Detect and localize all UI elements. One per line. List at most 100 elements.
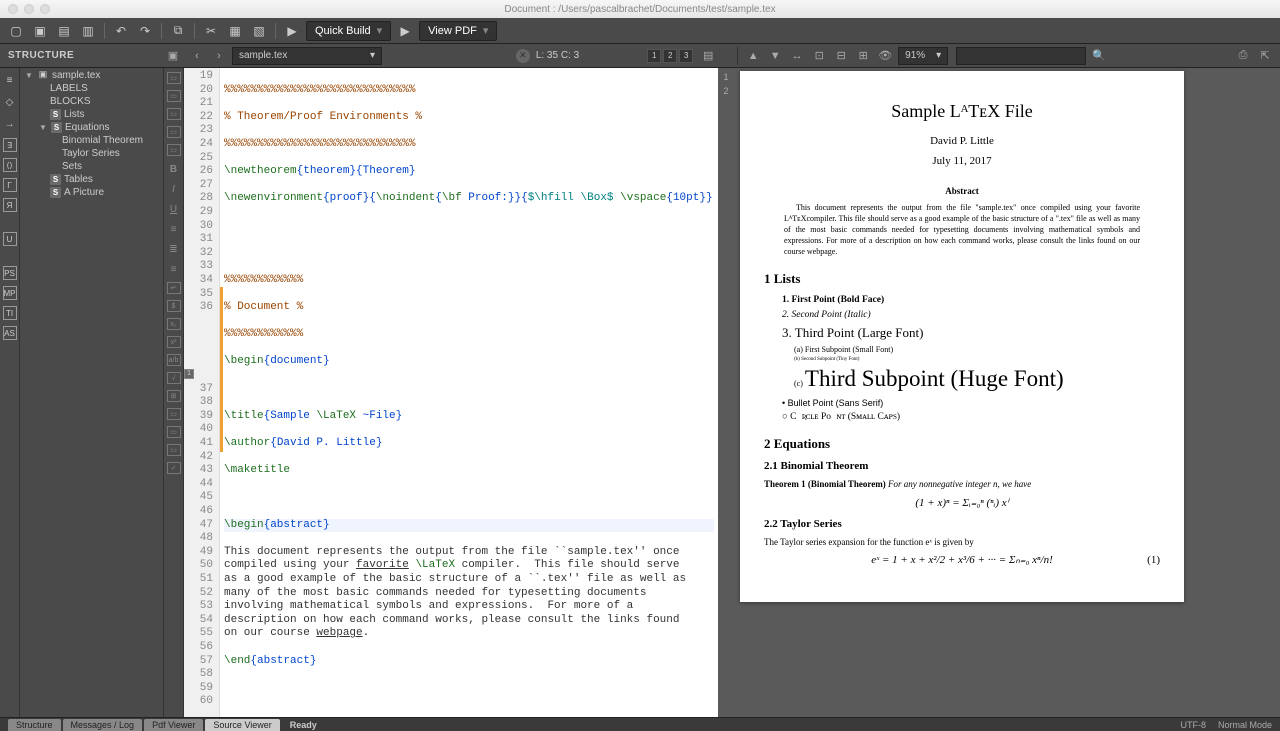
redo-icon[interactable]: ↷: [135, 21, 155, 41]
run-icon[interactable]: ▶: [282, 21, 302, 41]
sqrt-icon[interactable]: √: [167, 372, 181, 384]
pdf-abstract-text: This document represents the output from…: [764, 202, 1160, 258]
structure-icon[interactable]: ≡: [2, 72, 18, 88]
math-dollar-icon[interactable]: $: [167, 300, 181, 312]
cyrillic-icon[interactable]: Я: [3, 198, 17, 212]
page-2-indicator[interactable]: 2: [663, 49, 677, 63]
file-selector[interactable]: sample.tex▾: [232, 47, 382, 65]
check-icon[interactable]: ✓: [167, 462, 181, 474]
main-area: ≡ ◇ → ∃ ⟨⟩ Γ Я U PS MP TI AS ▼▣sample.te…: [0, 68, 1280, 717]
pdf-section-1: 1 Lists: [764, 270, 1160, 288]
pdf-prev-icon[interactable]: ▲: [744, 47, 762, 65]
tree-labels[interactable]: LABELS: [20, 82, 163, 95]
editor-tool-palette: ▭ ▭ ▭ ▭ ▭ B I U ≡ ≣ ≡ ↵ $ x₂ x² a/b √ ⊞ …: [164, 68, 184, 717]
tikz-icon[interactable]: TI: [3, 306, 17, 320]
greek-icon[interactable]: Γ: [3, 178, 17, 192]
center-icon[interactable]: ≣: [166, 242, 182, 256]
main-toolbar: ▢ ▣ ▤ ▥ ↶ ↷ ⧉ ✂ ▦ ▧ ▶ Quick Build ▾ ▶ Vi…: [0, 18, 1280, 44]
right-align-icon[interactable]: ≡: [166, 262, 182, 276]
frac-icon[interactable]: a/b: [167, 354, 181, 366]
left-align-icon[interactable]: ≡: [166, 222, 182, 236]
status-encoding: UTF-8: [1180, 720, 1206, 730]
code-editor[interactable]: 1 19202122232425262728293031323334353637…: [184, 68, 718, 717]
section-icon[interactable]: ▭: [167, 108, 181, 120]
relation-icon[interactable]: ◇: [2, 94, 18, 110]
find-icon[interactable]: ▧: [249, 21, 269, 41]
maximize-window-button[interactable]: [40, 4, 50, 14]
pdf-viewer: 1 2 Sample LᴬTᴇX File David P. Little Ju…: [718, 68, 1280, 717]
cite-icon[interactable]: ▭: [167, 426, 181, 438]
arrow-symbols-icon[interactable]: →: [2, 116, 18, 132]
chapter-icon[interactable]: ▭: [167, 90, 181, 102]
page-1-indicator[interactable]: 1: [647, 49, 661, 63]
layout-icon[interactable]: ▤: [699, 47, 717, 65]
array-icon[interactable]: ⊞: [167, 390, 181, 402]
window-title: Document : /Users/pascalbrachet/Document…: [504, 4, 775, 15]
pdf-abstract-heading: Abstract: [764, 185, 1160, 198]
pdf-zoom-in-icon[interactable]: ⊞: [854, 47, 872, 65]
pdf-search-input[interactable]: [956, 47, 1086, 65]
pdf-eye-icon[interactable]: 👁: [876, 47, 894, 65]
tree-root[interactable]: ▼▣sample.tex: [20, 68, 163, 82]
ref-icon[interactable]: ▭: [167, 408, 181, 420]
pdf-zoom-value[interactable]: 91%▾: [898, 47, 948, 65]
close-doc-icon[interactable]: ✕: [516, 49, 530, 63]
pdf-page-gutter: 1 2: [718, 68, 734, 717]
close-window-button[interactable]: [8, 4, 18, 14]
tree-sets[interactable]: Sets: [20, 160, 163, 173]
export-icon[interactable]: ⇱: [1256, 47, 1274, 65]
subscript-icon[interactable]: x₂: [167, 318, 181, 330]
copy-icon[interactable]: ⧉: [168, 21, 188, 41]
bookmark-marker[interactable]: 1: [184, 369, 194, 379]
panel-toggle-icon[interactable]: ▣: [164, 47, 182, 65]
page-3-indicator[interactable]: 3: [679, 49, 693, 63]
code-content[interactable]: %%%%%%%%%%%%%%%%%%%%%%%%%%%%% % Theorem/…: [220, 68, 718, 717]
print-icon[interactable]: ⎙: [1234, 47, 1252, 65]
pdf-list: 1. First Point (Bold Face) 2. Second Poi…: [764, 294, 1160, 343]
quick-build-button[interactable]: Quick Build ▾: [306, 21, 391, 41]
pdf-search-icon[interactable]: 🔍: [1090, 47, 1108, 65]
pdf-zoom-out-icon[interactable]: ⊟: [832, 47, 850, 65]
cut-icon[interactable]: ✂: [201, 21, 221, 41]
tree-taylor[interactable]: Taylor Series: [20, 147, 163, 160]
pdf-scroll-area[interactable]: Sample LᴬTᴇX File David P. Little July 1…: [734, 68, 1280, 717]
part-icon[interactable]: ▭: [167, 72, 181, 84]
status-mode: Normal Mode: [1218, 720, 1272, 730]
pstricks-icon[interactable]: PS: [3, 266, 17, 280]
newline-icon[interactable]: ↵: [167, 282, 181, 294]
tree-picture[interactable]: SA Picture: [20, 186, 163, 199]
view-run-icon[interactable]: ▶: [395, 21, 415, 41]
nav-forward-icon[interactable]: ›: [210, 47, 228, 65]
paste-icon[interactable]: ▦: [225, 21, 245, 41]
pdf-next-icon[interactable]: ▼: [766, 47, 784, 65]
tree-tables[interactable]: STables: [20, 173, 163, 186]
metapost-icon[interactable]: MP: [3, 286, 17, 300]
asymptote-icon[interactable]: AS: [3, 326, 17, 340]
tree-blocks[interactable]: BLOCKS: [20, 95, 163, 108]
save-icon[interactable]: ▤: [54, 21, 74, 41]
superscript-icon[interactable]: x²: [167, 336, 181, 348]
user-tags-icon[interactable]: U: [3, 232, 17, 246]
open-doc-icon[interactable]: ▣: [30, 21, 50, 41]
subsub-icon[interactable]: ▭: [167, 144, 181, 156]
pdf-fit-page-icon[interactable]: ⊡: [810, 47, 828, 65]
new-doc-icon[interactable]: ▢: [6, 21, 26, 41]
pdf-fit-width-icon[interactable]: ↔: [788, 47, 806, 65]
italic-icon[interactable]: I: [166, 182, 182, 196]
undo-icon[interactable]: ↶: [111, 21, 131, 41]
misc-symbols-icon[interactable]: ∃: [3, 138, 17, 152]
window-titlebar: Document : /Users/pascalbrachet/Document…: [0, 0, 1280, 18]
pdf-equation-binomial: (1 + x)ⁿ = Σᵢ₌₀ⁿ (ⁿᵢ) xⁱ: [764, 496, 1160, 511]
subsection-icon[interactable]: ▭: [167, 126, 181, 138]
label-icon[interactable]: ▭: [167, 444, 181, 456]
nav-back-icon[interactable]: ‹: [188, 47, 206, 65]
save-all-icon[interactable]: ▥: [78, 21, 98, 41]
delimiters-icon[interactable]: ⟨⟩: [3, 158, 17, 172]
view-pdf-button[interactable]: View PDF ▾: [419, 21, 497, 41]
minimize-window-button[interactable]: [24, 4, 34, 14]
bold-icon[interactable]: B: [166, 162, 182, 176]
tree-lists[interactable]: SLists: [20, 108, 163, 121]
underline-icon[interactable]: U: [166, 202, 182, 216]
tree-equations[interactable]: ▼SEquations: [20, 121, 163, 134]
tree-binomial[interactable]: Binomial Theorem: [20, 134, 163, 147]
